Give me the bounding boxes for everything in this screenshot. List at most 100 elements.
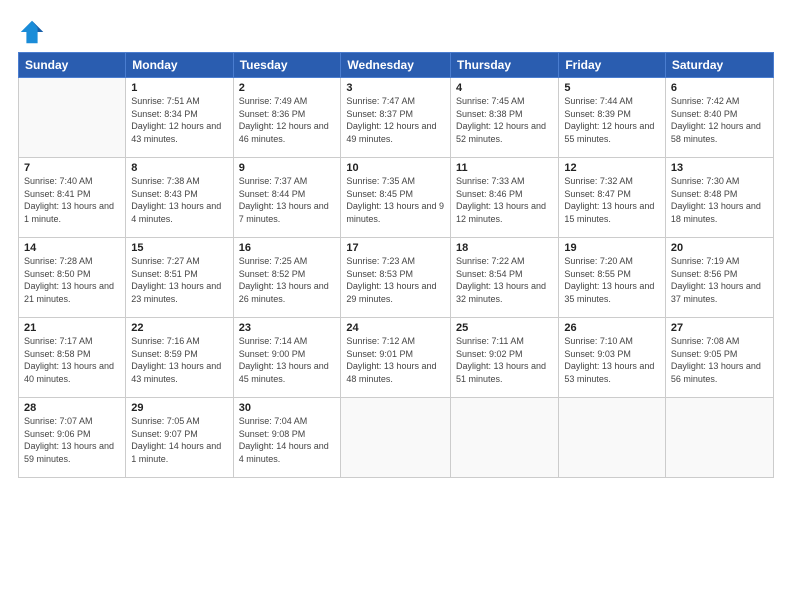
day-number: 22 [131,322,227,334]
calendar-week-row: 14Sunrise: 7:28 AM Sunset: 8:50 PM Dayli… [19,238,774,318]
weekday-header: Saturday [665,53,773,78]
calendar-cell: 18Sunrise: 7:22 AM Sunset: 8:54 PM Dayli… [451,238,559,318]
day-number: 21 [24,322,120,334]
calendar-cell: 17Sunrise: 7:23 AM Sunset: 8:53 PM Dayli… [341,238,451,318]
header [18,18,774,46]
calendar-cell: 3Sunrise: 7:47 AM Sunset: 8:37 PM Daylig… [341,78,451,158]
day-info: Sunrise: 7:16 AM Sunset: 8:59 PM Dayligh… [131,335,227,385]
calendar-week-row: 21Sunrise: 7:17 AM Sunset: 8:58 PM Dayli… [19,318,774,398]
calendar-week-row: 28Sunrise: 7:07 AM Sunset: 9:06 PM Dayli… [19,398,774,478]
calendar-cell: 6Sunrise: 7:42 AM Sunset: 8:40 PM Daylig… [665,78,773,158]
day-info: Sunrise: 7:14 AM Sunset: 9:00 PM Dayligh… [239,335,336,385]
day-info: Sunrise: 7:20 AM Sunset: 8:55 PM Dayligh… [564,255,660,305]
calendar-cell: 30Sunrise: 7:04 AM Sunset: 9:08 PM Dayli… [233,398,341,478]
day-info: Sunrise: 7:23 AM Sunset: 8:53 PM Dayligh… [346,255,445,305]
calendar-cell: 11Sunrise: 7:33 AM Sunset: 8:46 PM Dayli… [451,158,559,238]
day-info: Sunrise: 7:42 AM Sunset: 8:40 PM Dayligh… [671,95,768,145]
calendar-cell: 15Sunrise: 7:27 AM Sunset: 8:51 PM Dayli… [126,238,233,318]
day-number: 19 [564,242,660,254]
calendar-cell [341,398,451,478]
calendar-cell: 28Sunrise: 7:07 AM Sunset: 9:06 PM Dayli… [19,398,126,478]
calendar-cell: 21Sunrise: 7:17 AM Sunset: 8:58 PM Dayli… [19,318,126,398]
calendar-cell: 10Sunrise: 7:35 AM Sunset: 8:45 PM Dayli… [341,158,451,238]
day-number: 16 [239,242,336,254]
logo-icon [18,18,46,46]
weekday-header: Monday [126,53,233,78]
calendar-cell: 8Sunrise: 7:38 AM Sunset: 8:43 PM Daylig… [126,158,233,238]
weekday-header: Friday [559,53,666,78]
day-number: 26 [564,322,660,334]
weekday-header: Wednesday [341,53,451,78]
calendar-cell: 27Sunrise: 7:08 AM Sunset: 9:05 PM Dayli… [665,318,773,398]
day-info: Sunrise: 7:40 AM Sunset: 8:41 PM Dayligh… [24,175,120,225]
day-info: Sunrise: 7:04 AM Sunset: 9:08 PM Dayligh… [239,415,336,465]
calendar-cell: 5Sunrise: 7:44 AM Sunset: 8:39 PM Daylig… [559,78,666,158]
calendar-cell: 13Sunrise: 7:30 AM Sunset: 8:48 PM Dayli… [665,158,773,238]
calendar-cell: 20Sunrise: 7:19 AM Sunset: 8:56 PM Dayli… [665,238,773,318]
day-number: 15 [131,242,227,254]
day-info: Sunrise: 7:05 AM Sunset: 9:07 PM Dayligh… [131,415,227,465]
day-number: 3 [346,82,445,94]
logo [18,18,48,46]
calendar-cell: 16Sunrise: 7:25 AM Sunset: 8:52 PM Dayli… [233,238,341,318]
day-number: 27 [671,322,768,334]
day-number: 8 [131,162,227,174]
calendar-cell [559,398,666,478]
day-number: 25 [456,322,553,334]
day-info: Sunrise: 7:28 AM Sunset: 8:50 PM Dayligh… [24,255,120,305]
calendar-cell [19,78,126,158]
day-info: Sunrise: 7:11 AM Sunset: 9:02 PM Dayligh… [456,335,553,385]
calendar-cell: 29Sunrise: 7:05 AM Sunset: 9:07 PM Dayli… [126,398,233,478]
day-info: Sunrise: 7:51 AM Sunset: 8:34 PM Dayligh… [131,95,227,145]
day-number: 9 [239,162,336,174]
day-info: Sunrise: 7:27 AM Sunset: 8:51 PM Dayligh… [131,255,227,305]
day-number: 6 [671,82,768,94]
calendar: SundayMondayTuesdayWednesdayThursdayFrid… [18,52,774,478]
calendar-cell: 12Sunrise: 7:32 AM Sunset: 8:47 PM Dayli… [559,158,666,238]
calendar-cell: 4Sunrise: 7:45 AM Sunset: 8:38 PM Daylig… [451,78,559,158]
day-number: 17 [346,242,445,254]
day-number: 5 [564,82,660,94]
calendar-cell: 24Sunrise: 7:12 AM Sunset: 9:01 PM Dayli… [341,318,451,398]
day-info: Sunrise: 7:25 AM Sunset: 8:52 PM Dayligh… [239,255,336,305]
day-info: Sunrise: 7:30 AM Sunset: 8:48 PM Dayligh… [671,175,768,225]
day-number: 30 [239,402,336,414]
calendar-cell: 23Sunrise: 7:14 AM Sunset: 9:00 PM Dayli… [233,318,341,398]
day-number: 7 [24,162,120,174]
calendar-cell [451,398,559,478]
day-info: Sunrise: 7:22 AM Sunset: 8:54 PM Dayligh… [456,255,553,305]
weekday-header-row: SundayMondayTuesdayWednesdayThursdayFrid… [19,53,774,78]
day-number: 13 [671,162,768,174]
weekday-header: Thursday [451,53,559,78]
calendar-cell: 1Sunrise: 7:51 AM Sunset: 8:34 PM Daylig… [126,78,233,158]
calendar-cell: 25Sunrise: 7:11 AM Sunset: 9:02 PM Dayli… [451,318,559,398]
calendar-week-row: 1Sunrise: 7:51 AM Sunset: 8:34 PM Daylig… [19,78,774,158]
weekday-header: Sunday [19,53,126,78]
calendar-cell: 19Sunrise: 7:20 AM Sunset: 8:55 PM Dayli… [559,238,666,318]
day-info: Sunrise: 7:49 AM Sunset: 8:36 PM Dayligh… [239,95,336,145]
day-info: Sunrise: 7:45 AM Sunset: 8:38 PM Dayligh… [456,95,553,145]
calendar-cell: 26Sunrise: 7:10 AM Sunset: 9:03 PM Dayli… [559,318,666,398]
weekday-header: Tuesday [233,53,341,78]
day-info: Sunrise: 7:38 AM Sunset: 8:43 PM Dayligh… [131,175,227,225]
day-info: Sunrise: 7:35 AM Sunset: 8:45 PM Dayligh… [346,175,445,225]
calendar-cell: 2Sunrise: 7:49 AM Sunset: 8:36 PM Daylig… [233,78,341,158]
day-number: 2 [239,82,336,94]
day-number: 12 [564,162,660,174]
day-info: Sunrise: 7:07 AM Sunset: 9:06 PM Dayligh… [24,415,120,465]
calendar-cell: 14Sunrise: 7:28 AM Sunset: 8:50 PM Dayli… [19,238,126,318]
day-info: Sunrise: 7:32 AM Sunset: 8:47 PM Dayligh… [564,175,660,225]
day-number: 10 [346,162,445,174]
day-number: 28 [24,402,120,414]
day-info: Sunrise: 7:33 AM Sunset: 8:46 PM Dayligh… [456,175,553,225]
calendar-cell: 22Sunrise: 7:16 AM Sunset: 8:59 PM Dayli… [126,318,233,398]
page: SundayMondayTuesdayWednesdayThursdayFrid… [0,0,792,612]
day-info: Sunrise: 7:19 AM Sunset: 8:56 PM Dayligh… [671,255,768,305]
calendar-cell [665,398,773,478]
day-number: 4 [456,82,553,94]
calendar-cell: 9Sunrise: 7:37 AM Sunset: 8:44 PM Daylig… [233,158,341,238]
day-number: 29 [131,402,227,414]
day-info: Sunrise: 7:12 AM Sunset: 9:01 PM Dayligh… [346,335,445,385]
day-info: Sunrise: 7:17 AM Sunset: 8:58 PM Dayligh… [24,335,120,385]
calendar-week-row: 7Sunrise: 7:40 AM Sunset: 8:41 PM Daylig… [19,158,774,238]
